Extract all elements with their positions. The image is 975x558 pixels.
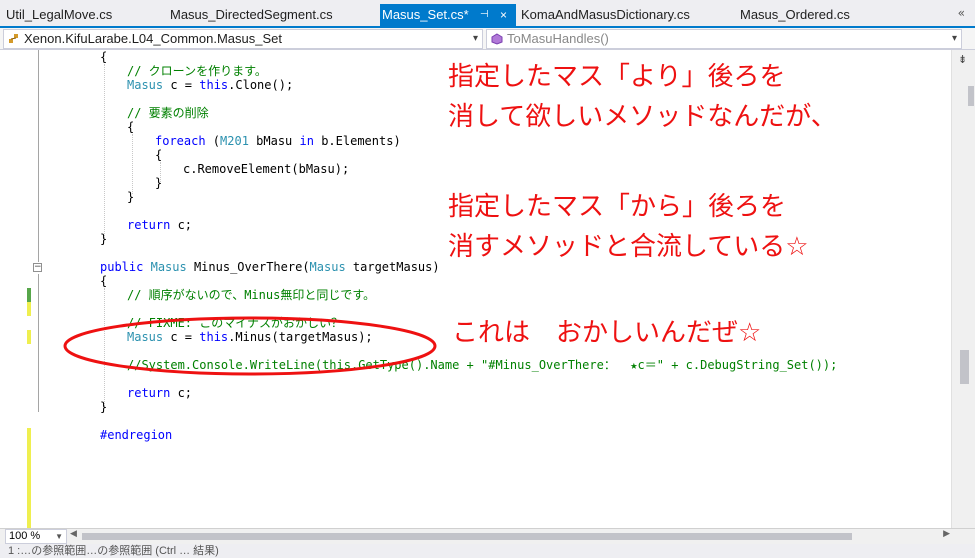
code-line: public Masus Minus_OverThere(Masus targe… — [100, 260, 440, 274]
annotation-text: 指定したマス「から」後ろを — [448, 192, 787, 222]
saved-change-marker — [27, 288, 31, 302]
code-line: } — [155, 176, 163, 190]
tab-label: Masus_Set.cs* — [382, 7, 469, 22]
tab-komaandmasusdictionary[interactable]: KomaAndMasusDictionary.cs — [521, 4, 690, 26]
member-dropdown-value: ToMasuHandles() — [507, 31, 609, 46]
document-tab-strip: Util_LegalMove.cs Masus_DirectedSegment.… — [0, 0, 975, 28]
chevron-down-icon: ▼ — [55, 532, 63, 541]
code-line: } — [100, 400, 108, 414]
unsaved-change-marker — [27, 330, 31, 344]
vertical-scrollbar[interactable]: ⇟ — [951, 50, 975, 528]
status-text: 1 :…の参照範囲…の参照範囲 (Ctrl … 結果) — [8, 545, 219, 557]
tab-masus-set[interactable]: Masus_Set.cs* ⊣ × — [380, 4, 516, 28]
annotation-text: 消して欲しいメソッドなんだが、 — [448, 102, 837, 132]
annotation-text: 指定したマス「より」後ろを — [448, 62, 786, 92]
editor-bottom-bar: 100 % ▼ ◀ ▶ — [0, 528, 975, 544]
class-dropdown[interactable]: Xenon.KifuLarabe.L04_Common.Masus_Set ▾ — [3, 29, 483, 49]
code-line: #endregion — [100, 428, 173, 442]
code-line: // 順序がないので、Minus無印と同じです。 — [127, 288, 376, 302]
scroll-left-icon[interactable]: ◀ — [70, 529, 77, 539]
annotation-text: 消すメソッドと合流している☆ — [448, 232, 809, 262]
indent-guide — [104, 64, 105, 240]
outline-line — [38, 274, 39, 412]
horizontal-scrollbar[interactable]: ◀ ▶ — [70, 529, 950, 542]
tab-overflow-icon[interactable]: « — [958, 6, 967, 20]
code-line: Masus c = this.Clone(); — [127, 78, 294, 92]
code-line: { — [100, 50, 108, 64]
chevron-down-icon: ▾ — [472, 33, 478, 44]
code-line: c.RemoveElement(bMasu); — [183, 162, 350, 176]
editor-gutter: − — [0, 50, 46, 528]
tab-util-legalmove[interactable]: Util_LegalMove.cs — [6, 4, 112, 26]
tab-label: Masus_Ordered.cs — [740, 7, 850, 22]
annotation-ellipse — [63, 316, 437, 376]
annotation-text: これは おかしいんだぜ☆ — [452, 318, 762, 348]
code-line: // 要素の削除 — [127, 106, 209, 120]
split-handle-icon[interactable]: ⇟ — [958, 53, 967, 66]
tab-label: Util_LegalMove.cs — [6, 7, 113, 22]
code-line: } — [100, 232, 108, 246]
unsaved-change-marker — [27, 302, 31, 316]
tab-masus-ordered[interactable]: Masus_Ordered.cs — [740, 4, 850, 26]
code-line: // クローンを作ります。 — [127, 64, 267, 78]
scroll-right-icon[interactable]: ▶ — [943, 529, 950, 539]
close-icon[interactable]: × — [500, 4, 507, 26]
code-line: } — [127, 190, 135, 204]
scrollbar-thumb[interactable] — [960, 350, 969, 384]
tab-masus-directedsegment[interactable]: Masus_DirectedSegment.cs — [170, 4, 333, 26]
code-line: { — [100, 274, 108, 288]
navigation-bar: Xenon.KifuLarabe.L04_Common.Masus_Set ▾ … — [0, 28, 975, 50]
status-bar: 1 :…の参照範囲…の参照範囲 (Ctrl … 結果) — [0, 544, 975, 558]
member-dropdown[interactable]: ToMasuHandles() ▾ — [486, 29, 962, 49]
chevron-down-icon: ▾ — [951, 33, 957, 44]
zoom-level: 100 % — [9, 530, 41, 542]
code-line: foreach (M201 bMasu in b.Elements) — [155, 134, 401, 148]
code-line: { — [127, 120, 135, 134]
tab-label: KomaAndMasusDictionary.cs — [521, 7, 690, 22]
zoom-dropdown[interactable]: 100 % ▼ — [5, 529, 67, 544]
outline-line — [38, 50, 39, 262]
code-line: return c; — [127, 218, 193, 232]
scroll-marker — [968, 86, 974, 106]
pin-icon[interactable]: ⊣ — [480, 4, 489, 26]
code-line: return c; — [127, 386, 193, 400]
code-line: { — [155, 148, 163, 162]
tab-label: Masus_DirectedSegment.cs — [170, 7, 333, 22]
method-icon — [491, 33, 503, 45]
class-icon — [9, 34, 18, 43]
scrollbar-thumb[interactable] — [82, 533, 852, 540]
unsaved-change-marker — [27, 428, 31, 528]
class-dropdown-value: Xenon.KifuLarabe.L04_Common.Masus_Set — [24, 31, 282, 46]
code-editor[interactable]: − { // クローンを作ります。 Masus c = this.Clone()… — [0, 50, 975, 528]
collapse-toggle[interactable]: − — [33, 263, 42, 272]
indent-guide — [132, 134, 133, 194]
